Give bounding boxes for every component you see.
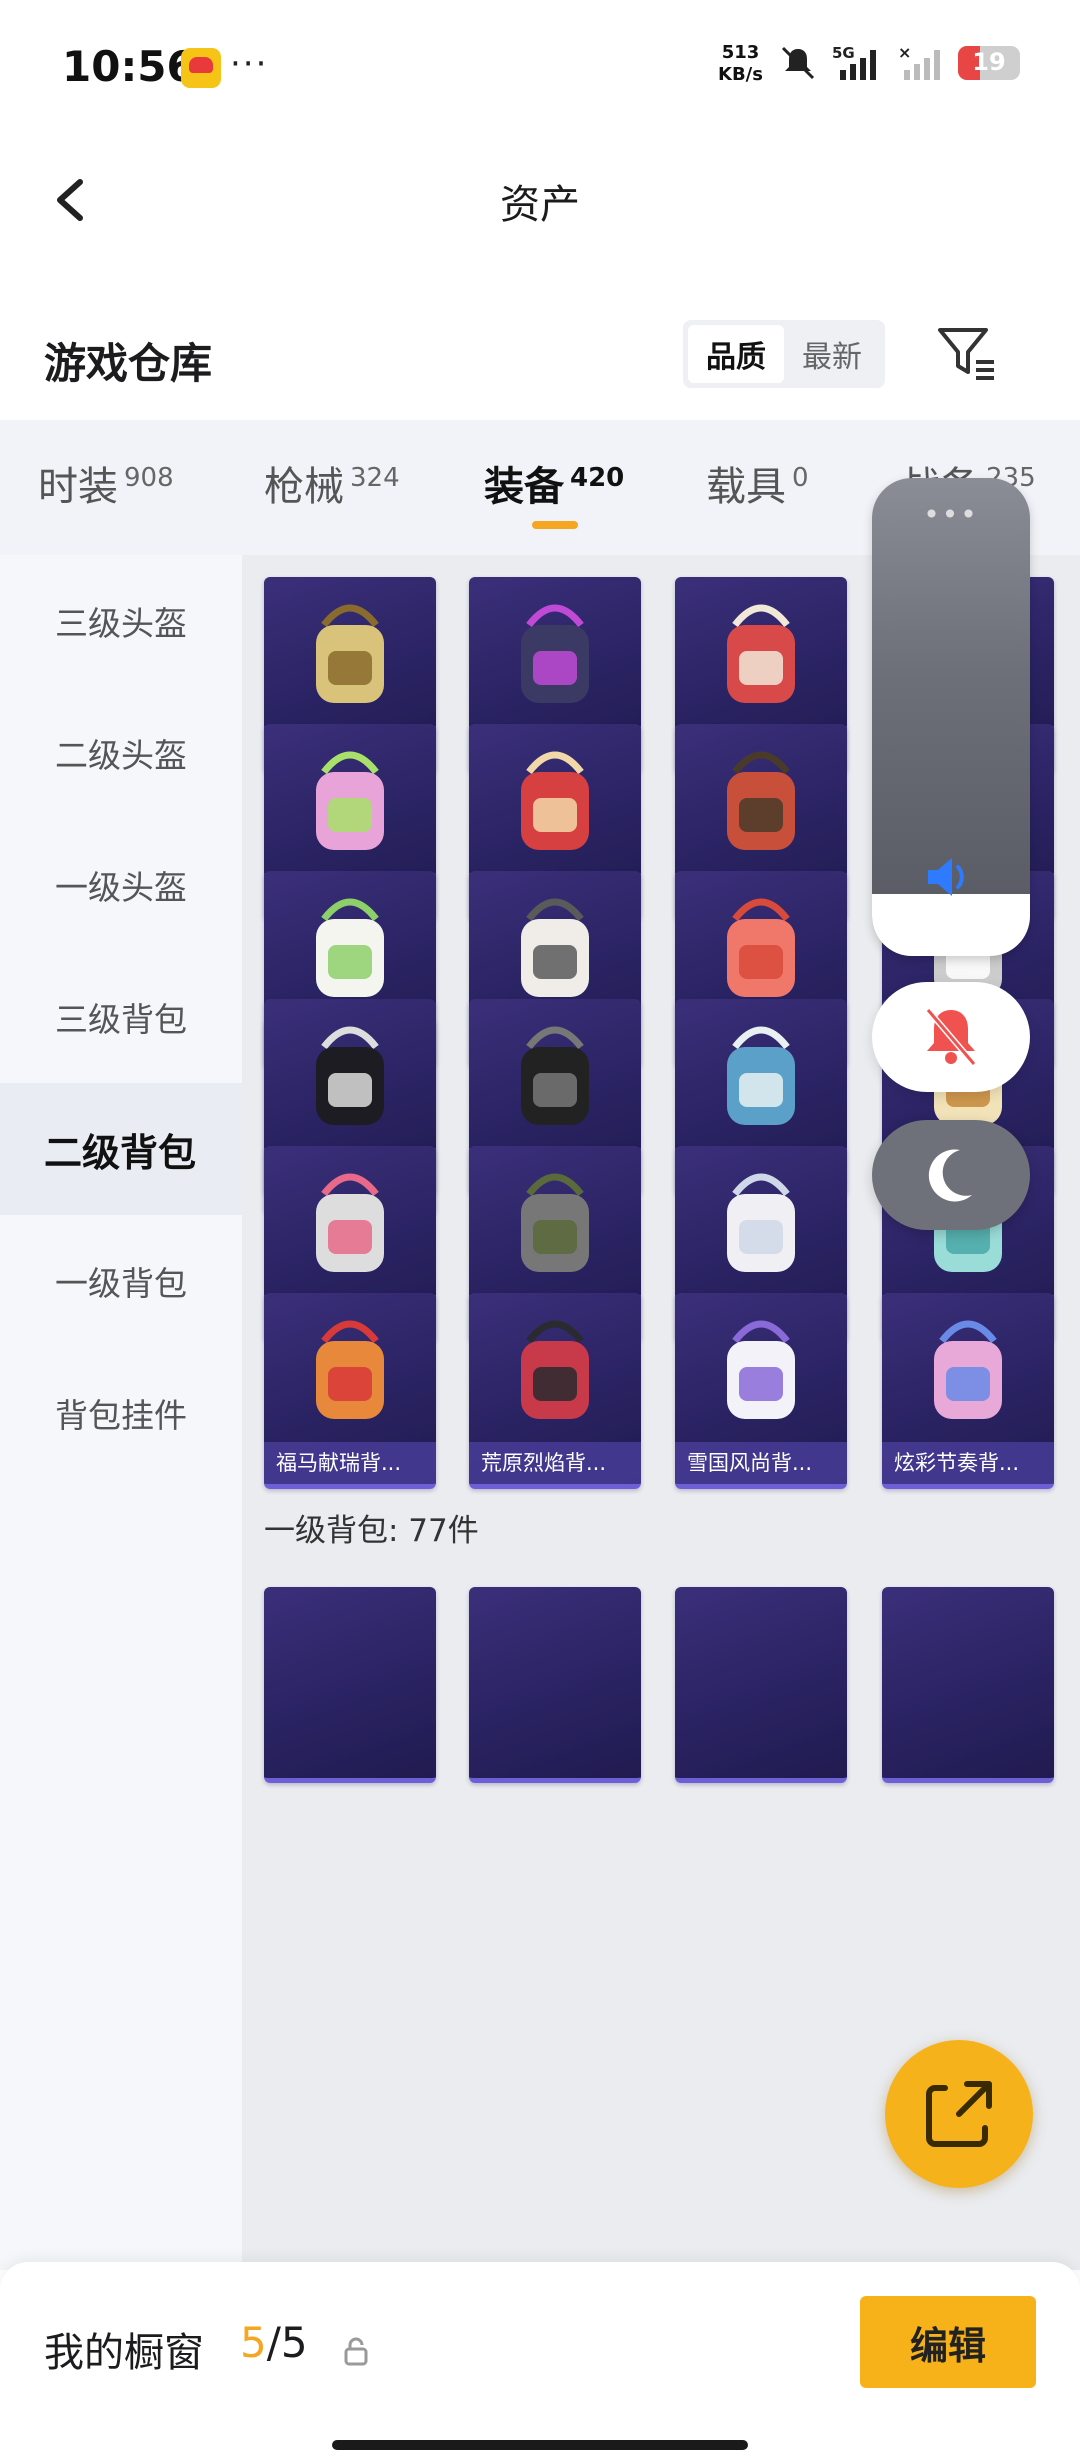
level1-item-card[interactable]: [675, 1587, 847, 1783]
signal-5g-icon: 5G: [832, 44, 876, 80]
sidebar-item-backpack-1[interactable]: 一级背包: [0, 1215, 242, 1347]
light-backpack-icon: [727, 1173, 795, 1272]
cat-backpack-icon: [316, 1026, 384, 1125]
item-name: 荒原烈焰背...: [469, 1442, 641, 1484]
flag-backpack-icon: [316, 1173, 384, 1272]
status-time: 10:56: [62, 42, 196, 91]
tab-equipment[interactable]: 装备 420: [484, 454, 624, 512]
mute-icon: [781, 46, 815, 80]
network-speed: 513 KB/s: [718, 42, 763, 86]
sidebar-item-backpack-3[interactable]: 三级背包: [0, 951, 242, 1083]
dark-backpack-icon: [521, 604, 589, 703]
tiger-backpack-icon: [521, 751, 589, 850]
svg-text:×: ×: [898, 44, 911, 62]
level1-item-card[interactable]: [469, 1587, 641, 1783]
showcase-label: 我的橱窗: [44, 2330, 204, 2376]
edit-button[interactable]: 编辑: [860, 2296, 1036, 2388]
lock-icon: [344, 2337, 368, 2366]
tab-fashion[interactable]: 时装 908: [38, 454, 174, 512]
section-title: 游戏仓库: [44, 339, 213, 388]
battery-icon: 19: [958, 46, 1020, 80]
basket-backpack-icon: [316, 604, 384, 703]
sidebar-item-helmet-3[interactable]: 三级头盔: [0, 555, 242, 687]
stone-backpack-icon: [521, 1173, 589, 1272]
sort-toggle: 品质 最新: [683, 320, 885, 388]
tab-guns[interactable]: 枪械 324: [264, 454, 400, 512]
app-header: 资产: [0, 130, 1080, 270]
moon-icon: [928, 1149, 972, 1202]
showcase-count: 5/5: [240, 2318, 308, 2367]
sort-quality-button[interactable]: 品质: [688, 325, 784, 383]
status-icons: 5G × 19: [778, 44, 1020, 82]
armor-backpack-icon: [521, 1026, 589, 1125]
level1-item-card[interactable]: 荒原烈焰背...: [469, 1293, 641, 1489]
app-notification-icon: [181, 48, 221, 88]
rabbit-backpack-icon: [727, 604, 795, 703]
mahjong-backpack-icon: [521, 898, 589, 997]
level1-item-card[interactable]: 炫彩节奏背...: [882, 1293, 1054, 1489]
sidebar-item-helmet-1[interactable]: 一级头盔: [0, 819, 242, 951]
bunny-backpack-icon: [316, 898, 384, 997]
speaker-icon: [928, 858, 964, 896]
sidebar-item-pendant[interactable]: 背包挂件: [0, 1347, 242, 1479]
network-speed-unit: KB/s: [718, 64, 763, 85]
do-not-disturb-toggle[interactable]: [872, 1120, 1030, 1230]
rhythm-backpack-icon: [934, 1320, 1002, 1419]
external-link-icon: [926, 2081, 992, 2147]
filter-icon[interactable]: [934, 320, 998, 384]
active-tab-indicator: [532, 521, 578, 529]
level1-item-card[interactable]: [264, 1587, 436, 1783]
tab-vehicles[interactable]: 载具 0: [706, 454, 809, 512]
item-name: 雪国风尚背...: [675, 1442, 847, 1484]
signal-no-sim-icon: ×: [898, 44, 940, 80]
item-name: 福马献瑞背...: [264, 1442, 436, 1484]
battery-level: 19: [972, 48, 1006, 76]
colorful-backpack-icon: [316, 751, 384, 850]
status-bar: 10:56 ··· 513 KB/s 5G × 19: [0, 0, 1080, 130]
horse-backpack-icon: [316, 1320, 384, 1419]
more-notifications-icon: ···: [230, 44, 269, 84]
item-name: 炫彩节奏背...: [882, 1442, 1054, 1484]
level1-item-card[interactable]: 雪国风尚背...: [675, 1293, 847, 1489]
volume-menu-icon[interactable]: •••: [872, 498, 1030, 531]
level1-item-card[interactable]: [882, 1587, 1054, 1783]
flower-backpack-icon: [727, 1026, 795, 1125]
sort-newest-button[interactable]: 最新: [784, 325, 880, 383]
network-speed-value: 513: [721, 42, 760, 63]
showcase-bar: 我的橱窗 5/5 编辑: [0, 2262, 1080, 2460]
subcategory-sidebar: 三级头盔 二级头盔 一级头盔 三级背包 二级背包 一级背包 背包挂件: [0, 555, 242, 2270]
dragon-backpack-icon: [727, 751, 795, 850]
svg-text:5G: 5G: [832, 44, 855, 62]
fish-backpack-icon: [727, 898, 795, 997]
group-label-backpack-1: 一级背包: 77件: [264, 1513, 479, 1549]
ringer-toggle[interactable]: [872, 982, 1030, 1092]
sidebar-item-helmet-2[interactable]: 二级头盔: [0, 687, 242, 819]
page-title: 资产: [500, 182, 580, 228]
level1-item-card[interactable]: 福马献瑞背...: [264, 1293, 436, 1489]
sidebar-item-backpack-2[interactable]: 二级背包: [0, 1083, 242, 1215]
bell-off-icon: [925, 1008, 977, 1066]
volume-slider[interactable]: •••: [872, 478, 1030, 956]
snow-backpack-icon: [727, 1320, 795, 1419]
share-button[interactable]: [885, 2040, 1033, 2188]
wolf-backpack-icon: [521, 1320, 589, 1419]
home-indicator[interactable]: [332, 2440, 748, 2450]
